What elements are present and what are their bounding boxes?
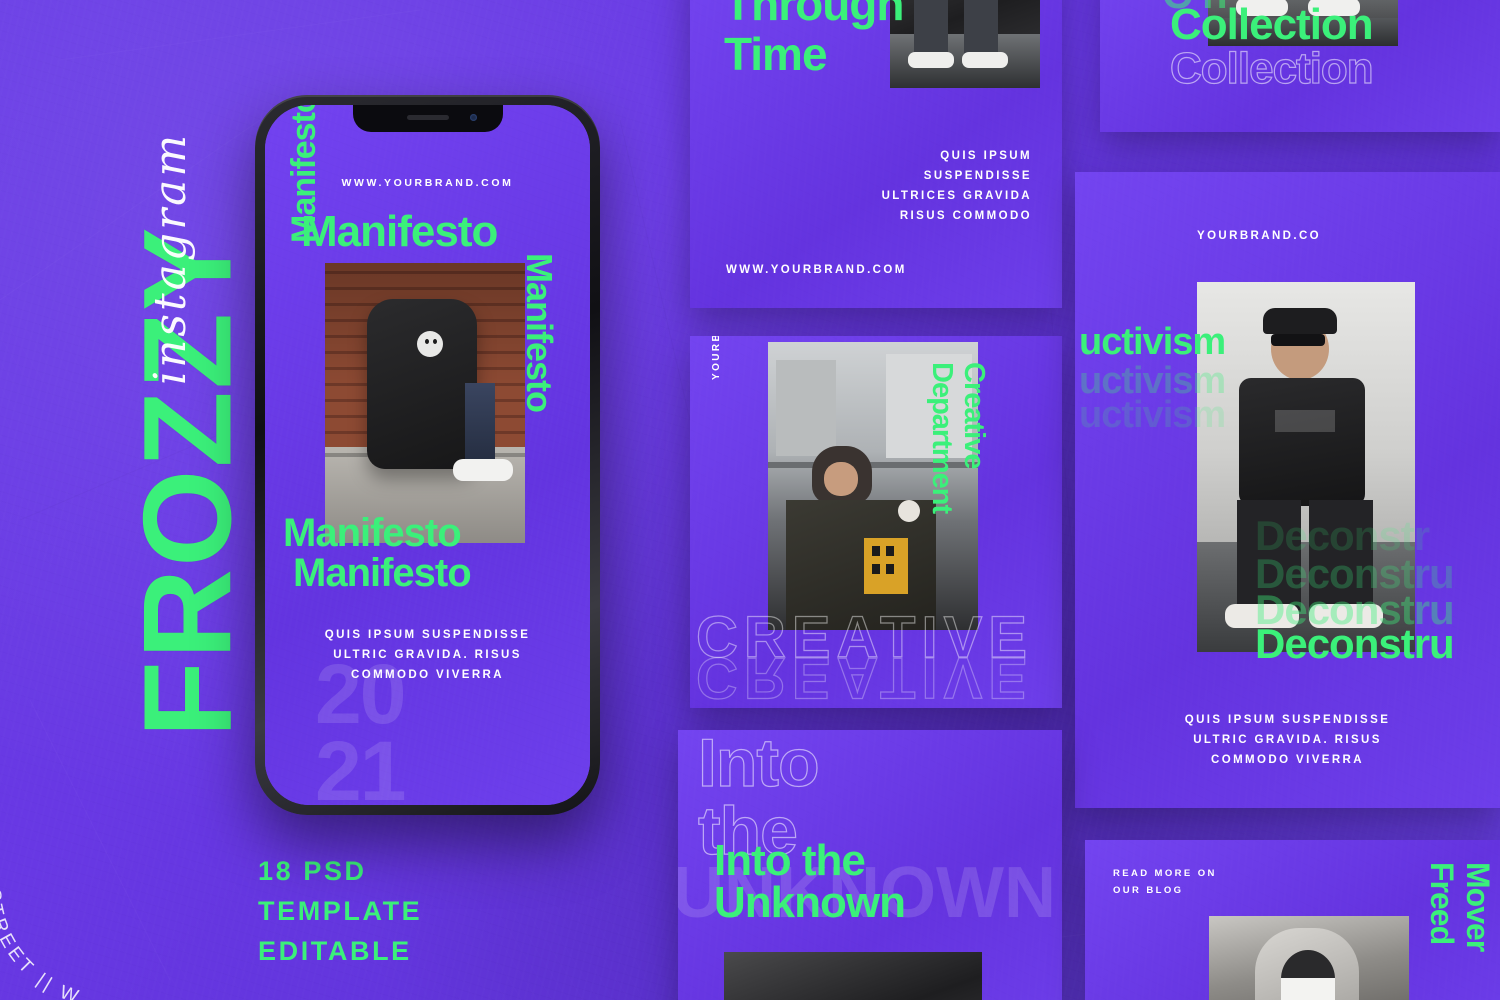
street-arc-text: STREET || W — [0, 888, 85, 1000]
screen-photo — [325, 263, 525, 543]
card5-title-line-1: Into the — [714, 836, 866, 885]
screen-headline-5: Manifesto — [293, 551, 472, 595]
screen-headline-2: Manifesto — [285, 105, 323, 243]
poster-canvas: FROZZY instagram 18 PSD TEMPLATE EDITABL… — [0, 0, 1500, 1000]
card1-photo — [890, 0, 1040, 88]
svg-text:STREET || W: STREET || W — [0, 888, 85, 1000]
phone-screen-content: WWW.YOURBRAND.COM 20 21 Manifesto Manife… — [265, 105, 590, 805]
card-stylin-through-time[interactable]: Stylin Through Time QUIS IPSUM SUSPENDIS… — [690, 0, 1062, 308]
brand-title-block: FROZZY instagram — [40, 132, 270, 850]
card2-title-outline: Collection — [1169, 43, 1374, 93]
phone-screen-frame: WWW.YOURBRAND.COM 20 21 Manifesto Manife… — [265, 105, 590, 805]
card1-title-line-3: Time — [724, 28, 828, 80]
card3-side-label-text: YOURBRAND.CO — [708, 336, 726, 380]
card6-title-line-1: Freed — [1424, 862, 1460, 945]
card-collection[interactable]: C n Collection Collection .COM — [1100, 0, 1500, 132]
screen-body-text: QUIS IPSUM SUSPENDISSE ULTRIC GRAVIDA. R… — [324, 629, 531, 682]
card5-title-line-2: Unknown — [714, 878, 906, 927]
card5-photo — [724, 952, 982, 1000]
card6-photo — [1209, 916, 1409, 1000]
card1-title-line-2: Through — [724, 0, 904, 30]
card3-title: Creative Department — [926, 362, 1062, 513]
screen-year-bottom: 21 — [315, 724, 406, 805]
street-arc-label: STREET || W — [0, 888, 81, 1000]
card3-title-text: Creative Department — [925, 362, 990, 514]
phone-speaker — [406, 115, 449, 120]
card4-title-top-ghost-2: uctivism — [1079, 394, 1226, 436]
card4-header-url: YOURBRAND.CO — [1197, 230, 1321, 242]
card-creative-department[interactable]: YOURBRAND.CO Creative Department CREATIV… — [690, 336, 1062, 708]
screen-headline-3: Manifesto — [519, 253, 560, 413]
card3-side-label: YOURBRAND.CO — [708, 336, 820, 398]
card4-title-bottom: Deconstru — [1255, 620, 1455, 667]
phone-notch — [352, 105, 503, 132]
card-into-the-unknown[interactable]: Into the UNKNOWN Into the Unknown — [678, 730, 1062, 1000]
card-freedom-movement[interactable]: READ MORE ON OUR BLOG Freed Mover — [1085, 840, 1500, 1000]
phone-mockup: WWW.YOURBRAND.COM 20 21 Manifesto Manife… — [255, 95, 600, 815]
psd-info-text: 18 PSD TEMPLATE EDITABLE — [258, 856, 423, 966]
card4-title-top: uctivism — [1079, 321, 1226, 363]
card1-body-text: QUIS IPSUM SUSPENDISSE ULTRICES GRAVIDA … — [881, 150, 1032, 223]
card4-body-text: QUIS IPSUM SUSPENDISSE ULTRIC GRAVIDA. R… — [1184, 714, 1391, 767]
brand-script-subtitle: instagram — [145, 131, 196, 385]
card1-footer-url: WWW.YOURBRAND.COM — [726, 264, 907, 276]
card-deconstruction[interactable]: YOURBRAND.CO uctivism uctivism uctivism … — [1075, 172, 1500, 808]
card6-title-line-2: Mover — [1460, 862, 1496, 952]
card6-read-more[interactable]: READ MORE ON OUR BLOG — [1113, 866, 1217, 899]
card3-ghost-word-mirror: CREATIVE — [695, 644, 1033, 708]
card2-title: Collection — [1170, 0, 1374, 49]
screen-headline-4: Manifesto — [283, 511, 462, 555]
phone-camera-icon — [469, 114, 477, 121]
screen-headline-1: Manifesto — [301, 207, 498, 256]
